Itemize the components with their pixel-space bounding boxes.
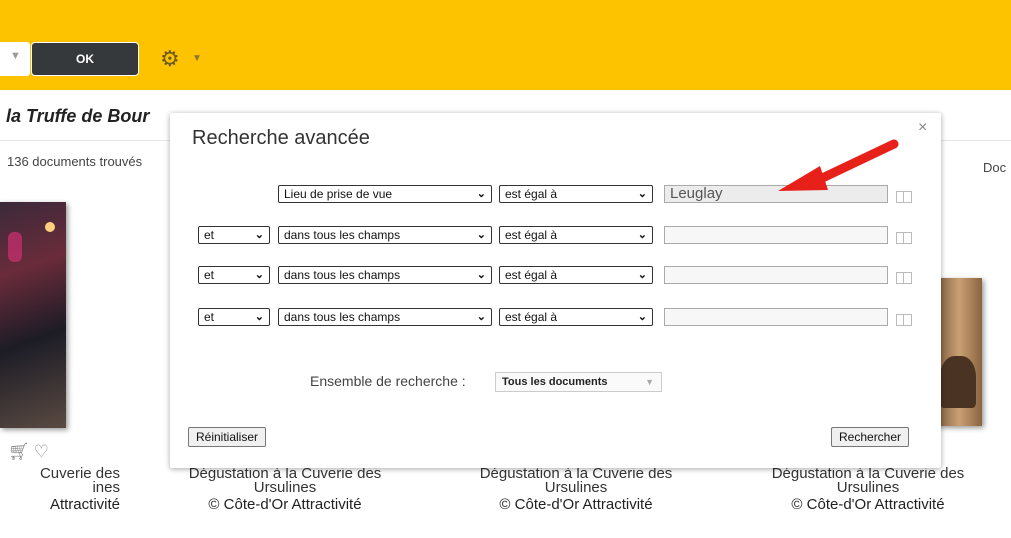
search-value-input[interactable]	[664, 226, 888, 244]
close-icon[interactable]: ×	[918, 119, 927, 137]
result-subtitle: ines	[92, 479, 120, 496]
search-button[interactable]: Rechercher	[831, 427, 910, 447]
chevron-down-icon: ⌄	[254, 229, 264, 241]
documents-label: Doc	[983, 160, 1007, 175]
result-thumbnail[interactable]	[936, 278, 982, 426]
result-credit: © Côte-d'Or Attractivité	[208, 496, 362, 513]
chevron-down-icon: ⌄	[476, 311, 486, 323]
field-select[interactable]: Lieu de prise de vue ⌄	[278, 185, 492, 203]
chevron-down-icon: ⌄	[476, 269, 486, 281]
chevron-down-icon: ⌄	[254, 269, 264, 281]
gear-icon[interactable]: ⚙	[160, 46, 180, 72]
operator-select[interactable]: et ⌄	[198, 266, 270, 284]
ok-button[interactable]: OK	[31, 42, 139, 76]
search-field[interactable]: ▼	[0, 42, 30, 76]
field-select[interactable]: dans tous les champs ⌄	[278, 308, 492, 326]
field-select[interactable]: dans tous les champs ⌄	[278, 266, 492, 284]
operator-select[interactable]: et ⌄	[198, 226, 270, 244]
condition-select[interactable]: est égal à ⌄	[499, 226, 653, 244]
keyboard-icon[interactable]	[896, 314, 912, 326]
result-credit: © Côte-d'Or Attractivité	[499, 496, 653, 513]
result-subtitle: Ursulines	[253, 479, 317, 496]
condition-select[interactable]: est égal à ⌄	[499, 266, 653, 284]
search-scope-label: Ensemble de recherche :	[310, 373, 466, 389]
search-value-input[interactable]	[664, 266, 888, 284]
chevron-down-icon: ⌄	[637, 269, 647, 281]
result-subtitle: Ursulines	[544, 479, 608, 496]
condition-select[interactable]: est égal à ⌄	[499, 185, 653, 203]
chevron-down-icon: ⌄	[637, 229, 647, 241]
document-count: 136 documents trouvés	[7, 154, 143, 169]
chevron-down-icon: ▼	[10, 50, 21, 62]
keyboard-icon[interactable]	[896, 272, 912, 284]
red-arrow-annotation	[778, 139, 899, 191]
search-value-input[interactable]	[664, 308, 888, 326]
page-title: la Truffe de Bour	[6, 106, 150, 126]
result-caption[interactable]: Dégustation à la Cuverie des Ursulines ©…	[456, 466, 696, 513]
result-credit: © Côte-d'Or Attractivité	[791, 496, 945, 513]
operator-select[interactable]: et ⌄	[198, 308, 270, 326]
result-thumbnail[interactable]	[0, 202, 66, 428]
result-subtitle: Ursulines	[836, 479, 900, 496]
chevron-down-icon: ▼	[645, 377, 654, 387]
reset-button[interactable]: Réinitialiser	[188, 427, 267, 447]
chevron-down-icon[interactable]: ▼	[192, 53, 202, 64]
chevron-down-icon: ⌄	[637, 311, 647, 323]
result-caption[interactable]: Dégustation à la Cuverie des Ursulines ©…	[165, 466, 405, 513]
condition-select[interactable]: est égal à ⌄	[499, 308, 653, 326]
chevron-down-icon: ⌄	[637, 188, 647, 200]
top-bar: ▼ OK ⚙ ▼	[0, 0, 1011, 90]
result-credit: Attractivité	[49, 496, 120, 513]
chevron-down-icon: ⌄	[254, 311, 264, 323]
search-scope-select[interactable]: Tous les documents ▼	[495, 372, 662, 392]
chevron-down-icon: ⌄	[476, 229, 486, 241]
cart-icon[interactable]: 🛒︎	[8, 442, 34, 461]
field-select[interactable]: dans tous les champs ⌄	[278, 226, 492, 244]
dialog-title: Recherche avancée	[192, 127, 370, 149]
chevron-down-icon: ⌄	[476, 188, 486, 200]
result-caption[interactable]: Cuverie des ines Attractivité	[0, 466, 120, 513]
result-caption[interactable]: Dégustation à la Cuverie des Ursulines ©…	[748, 466, 988, 513]
heart-icon[interactable]: ♡	[34, 442, 53, 461]
cart-favorite-icons[interactable]: 🛒︎♡	[8, 442, 53, 462]
keyboard-icon[interactable]	[896, 232, 912, 244]
